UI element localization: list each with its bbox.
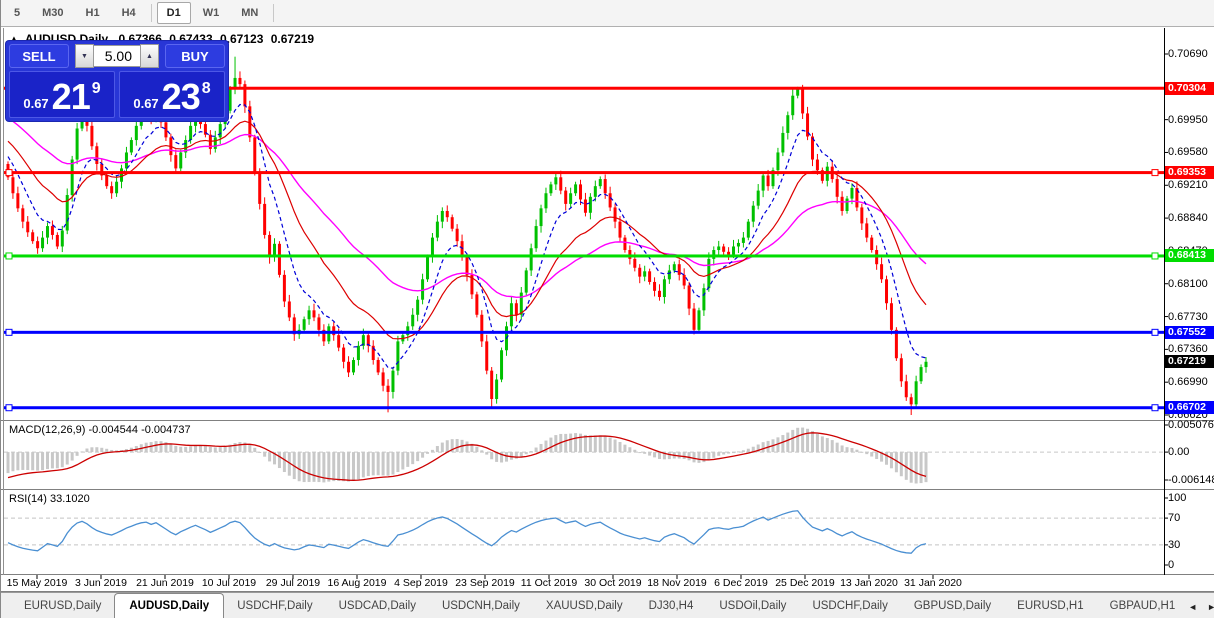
rsi-tick-label: 0 — [1168, 559, 1175, 571]
tab-usdoil-daily[interactable]: USDOil,Daily — [706, 595, 799, 618]
hline-price-tag: 0.66702 — [1165, 401, 1214, 415]
macd-tick-label: 0.00 — [1168, 446, 1190, 459]
one-click-trading-panel: SELL ▼ ▲ BUY 0.67 21 9 0.67 23 8 — [6, 41, 228, 121]
price-tick-label: 0.66990 — [1168, 376, 1208, 389]
buy-price-pip: 8 — [201, 80, 211, 97]
rsi-tick-label: 100 — [1168, 492, 1187, 504]
tab-gbpusd-daily[interactable]: GBPUSD,Daily — [901, 595, 1004, 618]
rsi-tick-label: 70 — [1168, 512, 1181, 525]
rsi-tick-label: 30 — [1168, 538, 1181, 551]
price-tick-label: 0.69210 — [1168, 179, 1208, 192]
tab-usdcnh-daily[interactable]: USDCNH,Daily — [429, 595, 533, 618]
tab-eurusd-h1[interactable]: EURUSD,H1 — [1004, 595, 1096, 618]
chart-tab-bar: EURUSD,Daily AUDUSD,Daily USDCHF,Daily USDC… — [1, 592, 1214, 618]
sell-price-box[interactable]: 0.67 21 9 — [9, 71, 115, 118]
trading-terminal-window: 5 M30 H1 H4 D1 W1 MN ▲ AUDUSD,Daily 0.67366 0.… — [0, 0, 1214, 618]
sell-button[interactable]: SELL — [9, 44, 69, 68]
tab-xauusd-daily[interactable]: XAUUSD,Daily — [533, 595, 636, 618]
tab-dj30-h4[interactable]: DJ30,H4 — [636, 595, 707, 618]
bar-close-value: 0.67219 — [270, 32, 315, 46]
volume-increase-button[interactable]: ▲ — [140, 44, 159, 68]
macd-tick-label: -0.006148 — [1168, 474, 1214, 486]
date-tick-label: 31 Jan 2020 — [904, 577, 962, 589]
hline-price-tag: 0.68413 — [1165, 249, 1214, 263]
buy-price-prefix: 0.67 — [133, 96, 159, 111]
macd-indicator-label: MACD(12,26,9) -0.004544 -0.004737 — [9, 424, 191, 436]
tab-usdcad-daily[interactable]: USDCAD,Daily — [326, 595, 429, 618]
buy-price-main: 23 — [161, 76, 201, 117]
current-price-tag: 0.67219 — [1165, 355, 1214, 369]
rsi-indicator-label: RSI(14) 33.1020 — [9, 493, 90, 505]
tab-usdchf-daily-2[interactable]: USDCHF,Daily — [799, 595, 900, 618]
tab-scroll-right-icon[interactable]: ► — [1207, 601, 1214, 613]
tab-usdchf-daily[interactable]: USDCHF,Daily — [224, 595, 325, 618]
buy-button[interactable]: BUY — [165, 44, 225, 68]
price-tick-label: 0.68100 — [1168, 277, 1208, 290]
tab-audusd-daily[interactable]: AUDUSD,Daily — [114, 593, 225, 618]
volume-input[interactable] — [94, 45, 140, 67]
price-tick-label: 0.69580 — [1168, 146, 1208, 159]
buy-price-box[interactable]: 0.67 23 8 — [119, 71, 225, 118]
tab-gbpaud-h1[interactable]: GBPAUD,H1 — [1097, 595, 1189, 618]
sell-price-prefix: 0.67 — [23, 96, 49, 111]
hline-price-tag: 0.67552 — [1165, 325, 1214, 339]
tab-scroll-left-icon[interactable]: ◄ — [1188, 601, 1197, 613]
tab-eurusd-daily[interactable]: EURUSD,Daily — [11, 595, 114, 618]
volume-decrease-button[interactable]: ▼ — [75, 44, 94, 68]
hline-price-tag: 0.70304 — [1165, 81, 1214, 95]
hline-price-tag: 0.69353 — [1165, 166, 1214, 180]
price-tick-label: 0.67730 — [1168, 310, 1208, 323]
macd-tick-label: 0.005076 — [1168, 419, 1214, 431]
price-tick-label: 0.67360 — [1168, 343, 1208, 356]
price-tick-label: 0.70690 — [1168, 48, 1208, 60]
price-tick-label: 0.69950 — [1168, 113, 1208, 126]
sell-price-main: 21 — [51, 76, 91, 117]
tab-scroll-arrows: ◄► — [1188, 601, 1214, 613]
sell-price-pip: 9 — [91, 80, 101, 97]
price-tick-label: 0.68840 — [1168, 212, 1208, 225]
